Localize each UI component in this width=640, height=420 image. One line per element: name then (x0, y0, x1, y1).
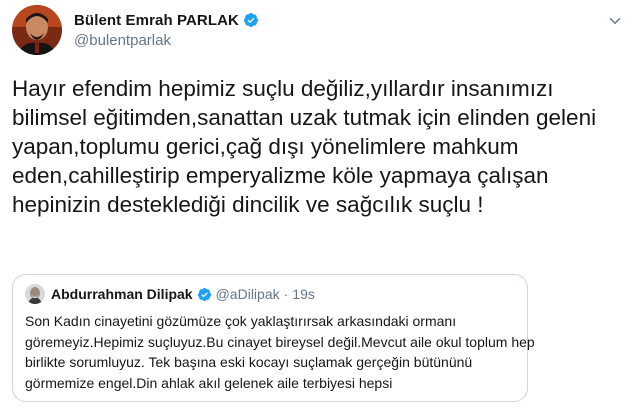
quoted-author-handle: @aDilipak (215, 286, 280, 302)
quoted-tweet-text: Son Kadın cinayetini gözümüze çok yaklaş… (25, 311, 535, 393)
avatar-image (12, 5, 62, 55)
author-display-name[interactable]: Bülent Emrah PARLAK (74, 12, 239, 29)
quoted-verified-badge-icon (197, 287, 211, 301)
author-avatar[interactable] (12, 5, 62, 55)
tweet-header: Bülent Emrah PARLAK @bulentparlak (12, 4, 259, 56)
author-handle[interactable]: @bulentparlak (74, 32, 259, 49)
quoted-tweet-header: Abdurrahman Dilipak @aDilipak · 19s (25, 283, 515, 305)
quoted-text-line: birlikte sorumluyuz. Tek başına eski koc… (25, 354, 473, 370)
tweet-text: Hayır efendim hepimiz suçlu değiliz,yıll… (12, 76, 597, 217)
quoted-timestamp: 19s (292, 286, 315, 302)
quoted-text-line: görmemize engel.Din ahlak akıl gelenek a… (25, 374, 393, 391)
verified-badge-icon (243, 13, 258, 27)
quoted-author-avatar (25, 284, 45, 304)
tweet[interactable]: Bülent Emrah PARLAK @bulentparlak Hayır … (0, 0, 640, 420)
author-names: Bülent Emrah PARLAK @bulentparlak (74, 12, 259, 49)
quoted-author-display-name: Abdurrahman Dilipak (51, 286, 193, 302)
chevron-down-icon[interactable] (606, 12, 624, 30)
quoted-avatar-image (25, 284, 45, 304)
quoted-text-line: Son Kadın cinayetini gözümüze çok yaklaş… (25, 313, 457, 329)
quoted-separator: · (283, 286, 289, 302)
quoted-tweet[interactable]: Abdurrahman Dilipak @aDilipak · 19s Son … (12, 274, 535, 402)
display-name-row: Bülent Emrah PARLAK (74, 12, 259, 29)
quoted-text-line: göremeyiz.Hepimiz suçluyuz.Bu cinayet bi… (25, 333, 535, 350)
